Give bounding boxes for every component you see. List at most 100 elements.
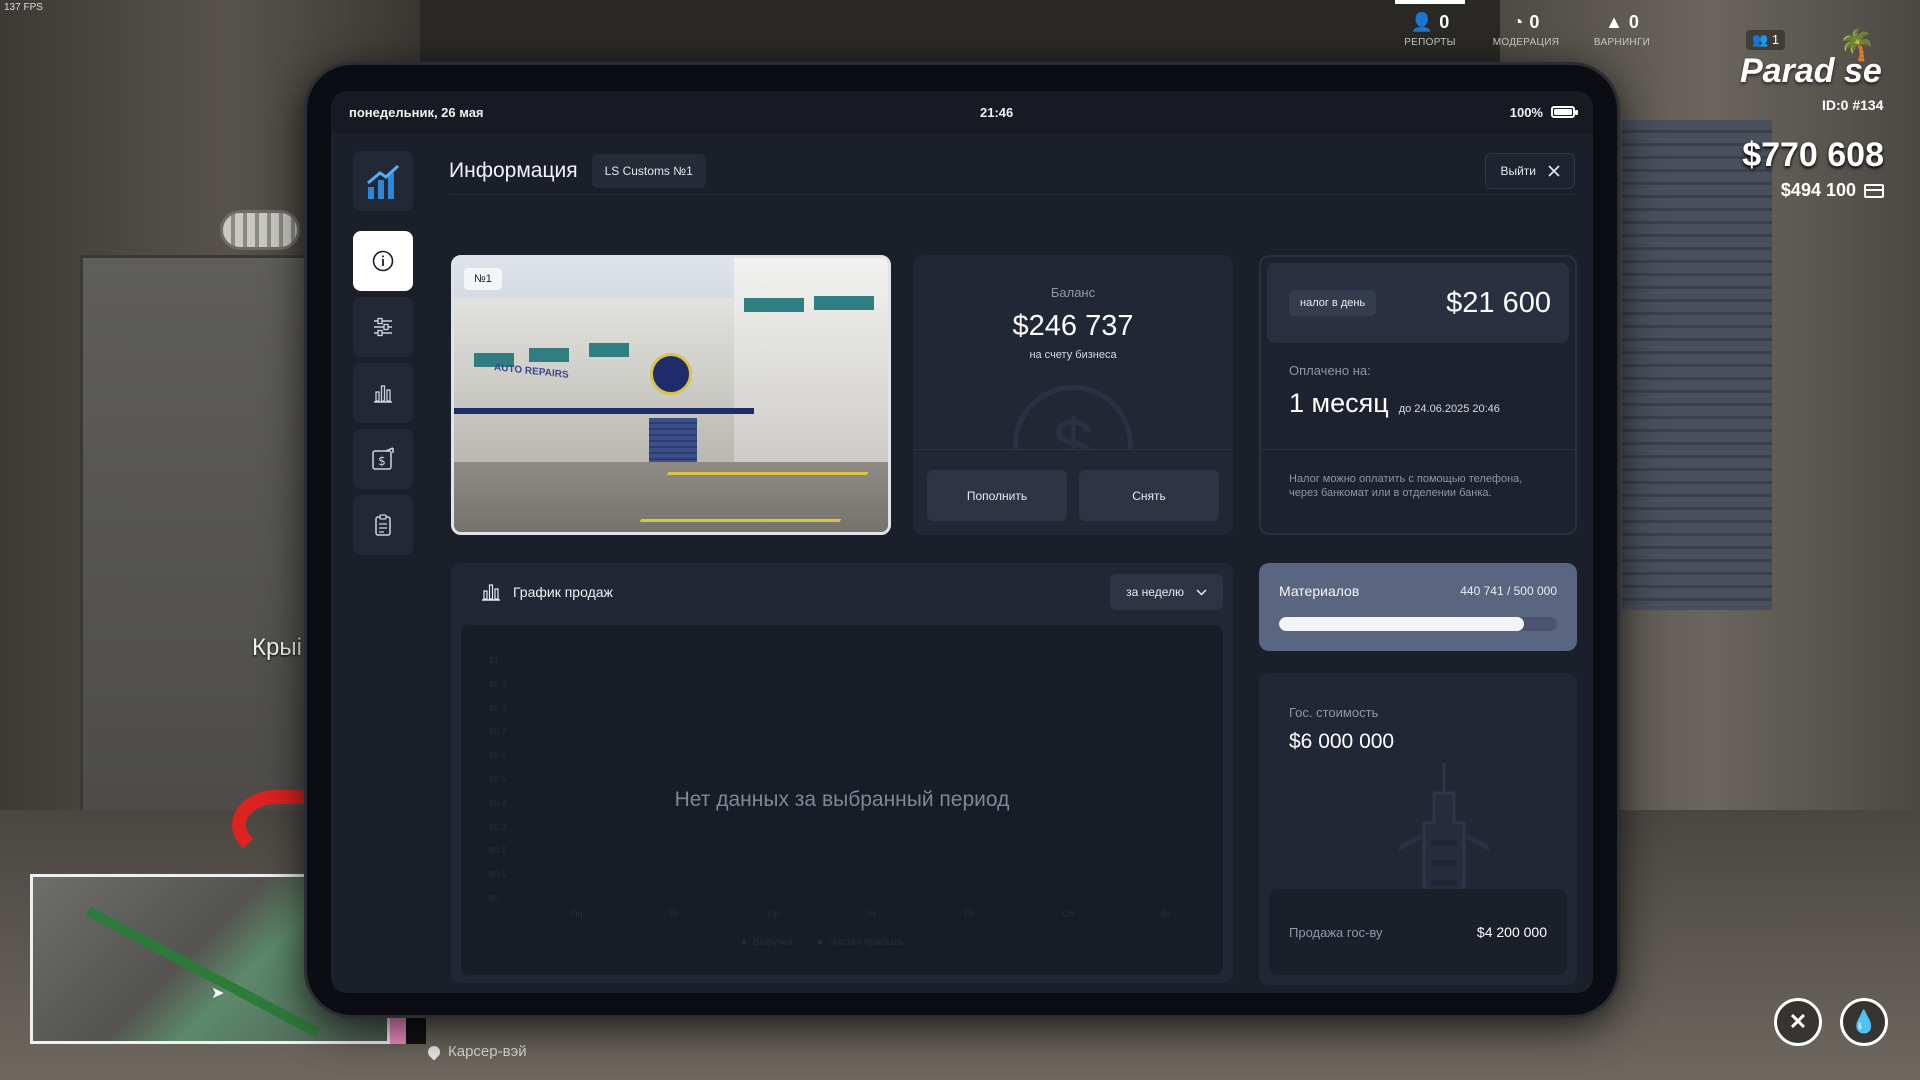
money-transfer-icon: $ bbox=[372, 447, 394, 470]
roller-shutter bbox=[1622, 120, 1772, 610]
crossed-tools-icon: ✕ bbox=[1788, 1009, 1808, 1034]
close-icon bbox=[1548, 164, 1560, 177]
sales-title: График продаж bbox=[513, 584, 613, 600]
tax-period-value: 1 месяц bbox=[1289, 388, 1389, 418]
player-marker-icon: ➤ bbox=[211, 985, 225, 1002]
fps-counter: 137 FPS bbox=[4, 2, 43, 13]
sell-to-state-button[interactable]: Продажа гос-ву $4 200 000 bbox=[1269, 889, 1567, 975]
moderation-label: МОДЕРАЦИЯ bbox=[1492, 37, 1560, 48]
cash-amount: $770 608 bbox=[1742, 136, 1884, 174]
hud-stats: 👤 0 РЕПОРТЫ ◔ 0 МОДЕРАЦИЯ ▲ 0 ВАРНИНГИ bbox=[1395, 0, 1657, 48]
x-tick-label: Пн bbox=[571, 909, 583, 919]
bar-chart-icon bbox=[482, 584, 500, 601]
card-icon bbox=[1864, 183, 1884, 198]
y-tick-label: $0.7 bbox=[489, 726, 507, 737]
x-tick-label: Пт bbox=[964, 909, 975, 919]
bank-amount: $494 100 bbox=[1781, 180, 1884, 201]
balance-actions: Пополнить Снять bbox=[913, 449, 1233, 535]
drop-button[interactable]: 💧 bbox=[1840, 998, 1888, 1046]
status-time: 21:46 bbox=[980, 104, 1014, 120]
business-app: $ Информация LS Customs №1 Выйти AUTO RE… bbox=[331, 133, 1593, 993]
x-tick-label: Вс bbox=[1161, 909, 1172, 919]
sales-chart: ВыручкаЧистая прибыль Нет данных за выбр… bbox=[461, 625, 1223, 975]
tax-daily: налог в день $21 600 bbox=[1267, 263, 1569, 343]
app-header: Информация LS Customs №1 Выйти bbox=[449, 151, 1575, 195]
tax-period: 1 месяц до 24.06.2025 20:46 bbox=[1289, 388, 1575, 419]
tax-note: Налог можно оплатить с помощью телефона,… bbox=[1261, 449, 1575, 533]
gov-value-label: Гос. стоимость bbox=[1289, 705, 1379, 720]
sidebar-item-settings[interactable] bbox=[353, 297, 413, 357]
period-dropdown[interactable]: за неделю bbox=[1110, 574, 1223, 610]
y-tick-label: $0.3 bbox=[489, 821, 507, 832]
player-id: ID:0 #134 bbox=[1822, 97, 1884, 113]
x-tick-label: Ср bbox=[767, 909, 780, 919]
sell-to-state-amount: $4 200 000 bbox=[1476, 924, 1547, 940]
tax-paid-label: Оплачено на: bbox=[1289, 363, 1371, 378]
gov-value-amount: $6 000 000 bbox=[1289, 730, 1395, 753]
reports-icon: 👤 bbox=[1410, 12, 1434, 32]
business-photo: AUTO REPAIRS №1 bbox=[451, 255, 891, 535]
y-tick-label: $0.6 bbox=[489, 750, 507, 761]
location-label: Карсер-вэй bbox=[425, 1043, 527, 1060]
sliders-icon bbox=[374, 317, 392, 337]
customs-logo bbox=[650, 353, 692, 395]
y-tick-label: $0.8 bbox=[489, 702, 507, 713]
tax-card: налог в день $21 600 Оплачено на: 1 меся… bbox=[1259, 255, 1577, 535]
status-bar: понедельник, 26 мая 21:46 100% bbox=[331, 91, 1593, 133]
minimap-road bbox=[85, 906, 321, 1038]
y-tick-label: $0.4 bbox=[489, 797, 507, 808]
sidebar-item-tasks[interactable] bbox=[353, 495, 413, 555]
location-pin-icon bbox=[425, 1043, 443, 1060]
svg-text:$: $ bbox=[378, 454, 386, 468]
tax-period-until: до 24.06.2025 20:46 bbox=[1398, 403, 1500, 415]
tablet-screen: понедельник, 26 мая 21:46 100% $ Информа… bbox=[331, 91, 1593, 993]
materials-progress bbox=[1279, 617, 1557, 631]
sidebar-item-finance[interactable]: $ bbox=[353, 429, 413, 489]
balance-label: Баланс bbox=[1050, 285, 1096, 300]
clipboard-icon bbox=[375, 514, 391, 536]
x-tick-label: Сб bbox=[1062, 909, 1075, 919]
no-data-message: Нет данных за выбранный период bbox=[674, 788, 1010, 811]
battery-icon bbox=[1550, 106, 1578, 118]
warning-icon: ▲ bbox=[1605, 12, 1623, 32]
balance-amount: $246 737 bbox=[1012, 310, 1134, 342]
growth-chart-icon bbox=[367, 165, 400, 199]
tax-badge: налог в день bbox=[1289, 290, 1377, 316]
sidebar-item-stats[interactable] bbox=[353, 363, 413, 423]
photo-number-badge: №1 bbox=[464, 268, 502, 290]
users-icon: 👥 bbox=[1752, 32, 1769, 47]
x-tick-label: Вт bbox=[669, 909, 680, 919]
bar-chart-icon bbox=[374, 385, 392, 403]
sidebar-item-info[interactable] bbox=[353, 231, 413, 291]
battery-indicator: 100% bbox=[1510, 105, 1578, 120]
tablet-device: понедельник, 26 мая 21:46 100% $ Информа… bbox=[304, 62, 1620, 1018]
y-tick-label: $0.1 bbox=[489, 869, 507, 880]
moderation-icon: ◔ bbox=[1512, 12, 1524, 32]
withdraw-button[interactable]: Снять bbox=[1079, 470, 1219, 521]
tools-button[interactable]: ✕ bbox=[1774, 998, 1822, 1046]
sales-header: График продаж за неделю bbox=[451, 563, 1233, 621]
warnings-stat: ▲ 0 ВАРНИНГИ bbox=[1587, 0, 1657, 48]
app-sidebar: $ bbox=[353, 151, 413, 561]
sell-to-state-label: Продажа гос-ву bbox=[1289, 924, 1383, 940]
armor-bar bbox=[406, 1016, 426, 1044]
business-name-badge: LS Customs №1 bbox=[591, 153, 706, 188]
y-tick-label: $0.5 bbox=[489, 774, 507, 784]
world-text: Крыі bbox=[252, 634, 302, 661]
moderation-stat: ◔ 0 МОДЕРАЦИЯ bbox=[1492, 12, 1560, 48]
y-tick-label: $1 bbox=[489, 655, 500, 665]
online-counter: 👥 1 bbox=[1746, 30, 1786, 50]
reports-label: РЕПОРТЫ bbox=[1404, 37, 1456, 48]
sales-chart-card: График продаж за неделю ВыручкаЧистая пр… bbox=[451, 563, 1233, 983]
chevron-down-icon bbox=[1196, 588, 1207, 596]
exit-button[interactable]: Выйти bbox=[1485, 152, 1575, 189]
y-tick-label: $0 bbox=[489, 893, 500, 903]
status-date: понедельник, 26 мая bbox=[349, 104, 484, 120]
y-tick-label: $0.9 bbox=[489, 678, 507, 689]
balance-sub: на счету бизнеса bbox=[1029, 349, 1117, 361]
deposit-button[interactable]: Пополнить bbox=[927, 470, 1067, 521]
warnings-label: ВАРНИНГИ bbox=[1593, 37, 1651, 48]
materials-progress-fill bbox=[1279, 617, 1525, 631]
drop-icon: 💧 bbox=[1850, 1009, 1878, 1034]
server-logo: Parad se bbox=[1740, 52, 1882, 90]
